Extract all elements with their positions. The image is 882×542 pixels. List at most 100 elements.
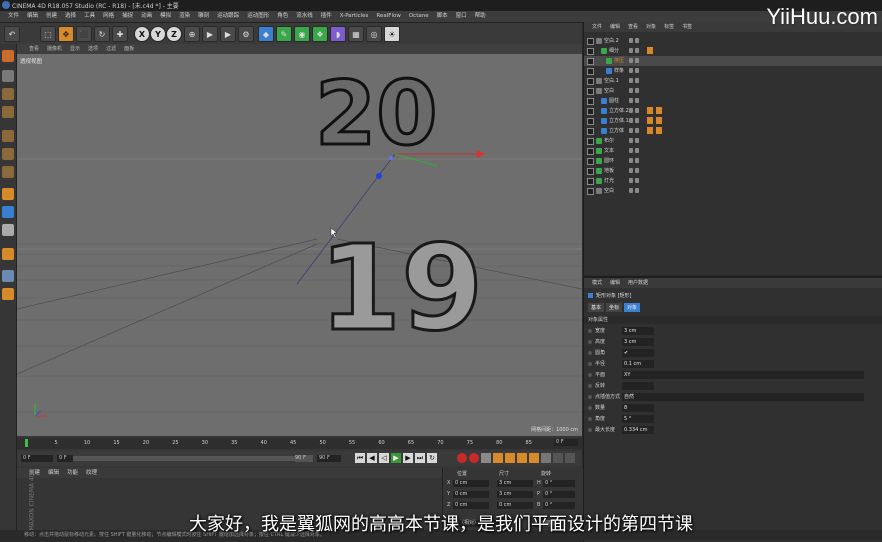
expand-toggle-icon[interactable] xyxy=(587,168,594,175)
animate-dot-icon[interactable] xyxy=(588,417,592,421)
tag-icon[interactable] xyxy=(647,47,653,54)
visibility-flags[interactable] xyxy=(629,128,643,134)
attr-value-field[interactable]: 0.1 cm xyxy=(622,360,654,368)
timeline-window-icon[interactable] xyxy=(565,453,575,463)
prev-key-icon[interactable]: ◀ xyxy=(367,453,377,463)
expand-toggle-icon[interactable] xyxy=(587,188,594,195)
menu-item[interactable]: 帮助 xyxy=(471,12,490,21)
points-mode-icon[interactable] xyxy=(2,130,14,142)
object-menu-item[interactable]: 标签 xyxy=(660,23,678,31)
end-frame-field[interactable]: 90 F xyxy=(295,455,313,462)
pen-spline-icon[interactable]: ✎ xyxy=(276,26,292,42)
visibility-flags[interactable] xyxy=(629,148,643,154)
attr-value-field[interactable]: 8 xyxy=(622,404,654,412)
viewport-menu-item[interactable]: 显示 xyxy=(66,45,84,53)
make-editable-icon[interactable] xyxy=(2,50,14,62)
attr-tab[interactable]: 坐标 xyxy=(606,303,623,312)
object-row[interactable]: 挤压 xyxy=(584,56,882,66)
animate-dot-icon[interactable] xyxy=(588,329,592,333)
start-frame-field[interactable]: 0 F xyxy=(57,455,73,462)
object-row[interactable]: 立方体.2 xyxy=(584,106,882,116)
object-name[interactable]: 细分 xyxy=(609,46,619,56)
goto-start-icon[interactable]: ⏮ xyxy=(355,453,365,463)
attr-tab[interactable]: 基本 xyxy=(588,303,605,312)
object-name[interactable]: 空白.2 xyxy=(604,36,619,46)
menu-item[interactable]: RealFlow xyxy=(372,12,404,21)
perspective-viewport[interactable]: 查看 摄像机 显示 选项 过滤 面板 透视视图 20 19 网格间距：1000 … xyxy=(17,44,582,436)
viewport-menu-item[interactable]: 过滤 xyxy=(102,45,120,53)
cube-icon[interactable]: ◆ xyxy=(258,26,274,42)
render-view-icon[interactable]: ▶ xyxy=(202,26,218,42)
visibility-flags[interactable] xyxy=(629,88,643,94)
menu-item[interactable]: 插件 xyxy=(317,12,336,21)
attr-value-field[interactable]: 3 cm xyxy=(622,338,654,346)
expand-toggle-icon[interactable] xyxy=(587,58,594,65)
viewport-menu-item[interactable]: 选项 xyxy=(84,45,102,53)
expand-toggle-icon[interactable] xyxy=(587,38,594,45)
lock-workplane-icon[interactable] xyxy=(2,248,14,260)
object-row[interactable]: 圆柱 xyxy=(584,96,882,106)
live-select-icon[interactable]: ⬚ xyxy=(40,26,56,42)
expand-toggle-icon[interactable] xyxy=(587,138,594,145)
visibility-flags[interactable] xyxy=(629,38,643,44)
object-name[interactable]: 地板 xyxy=(604,166,614,176)
expand-toggle-icon[interactable] xyxy=(587,158,594,165)
attr-tab[interactable]: 对象 xyxy=(624,303,641,312)
object-name[interactable]: 挤压 xyxy=(614,56,624,66)
attr-value-field[interactable]: 自然 xyxy=(622,393,864,401)
keyframe-selection-icon[interactable] xyxy=(481,453,491,463)
attr-value-field[interactable] xyxy=(622,382,654,390)
object-name[interactable]: 布尔 xyxy=(604,136,614,146)
autokey-icon[interactable] xyxy=(469,453,479,463)
object-tags[interactable] xyxy=(647,117,662,124)
object-name[interactable]: 样条 xyxy=(614,66,624,76)
object-tags[interactable] xyxy=(647,47,653,54)
menu-item[interactable]: 窗口 xyxy=(452,12,471,21)
recent-tool-icon[interactable]: ✚ xyxy=(112,26,128,42)
attribute-menu-item[interactable]: 编辑 xyxy=(606,279,624,287)
record-key-icon[interactable] xyxy=(457,453,467,463)
attr-value-field[interactable]: XY xyxy=(622,371,864,379)
menu-item[interactable]: 创建 xyxy=(42,12,61,21)
visibility-flags[interactable] xyxy=(629,188,643,194)
tag-icon[interactable] xyxy=(656,117,662,124)
loop-icon[interactable]: ↻ xyxy=(427,453,437,463)
object-row[interactable]: 地板 xyxy=(584,166,882,176)
object-row[interactable]: 文本 xyxy=(584,146,882,156)
rotate-icon[interactable]: ↻ xyxy=(94,26,110,42)
attr-value-field[interactable]: 5 ° xyxy=(622,415,654,423)
object-row[interactable]: 空白 xyxy=(584,86,882,96)
menu-item[interactable]: Octane xyxy=(405,12,433,21)
menu-item[interactable]: 渲染 xyxy=(175,12,194,21)
position-field[interactable]: 0 cm xyxy=(453,480,489,487)
object-name[interactable]: 圆环 xyxy=(604,156,614,166)
object-tags[interactable] xyxy=(647,107,662,114)
visibility-flags[interactable] xyxy=(629,48,643,54)
attribute-menu-item[interactable]: 用户数据 xyxy=(624,279,652,287)
material-menu-item[interactable]: 纹理 xyxy=(82,469,101,478)
menu-item[interactable]: 模拟 xyxy=(156,12,175,21)
workplane-icon[interactable] xyxy=(2,106,14,118)
polygons-mode-icon[interactable] xyxy=(2,166,14,178)
tag-icon[interactable] xyxy=(647,127,653,134)
object-row[interactable]: 样条 xyxy=(584,66,882,76)
menu-item[interactable]: 角色 xyxy=(273,12,292,21)
playhead[interactable] xyxy=(25,439,28,447)
object-menu-item[interactable]: 书签 xyxy=(678,23,696,31)
rotation-field[interactable]: 0 ° xyxy=(543,502,575,509)
animate-dot-icon[interactable] xyxy=(588,395,592,399)
object-tags[interactable] xyxy=(647,127,662,134)
expand-toggle-icon[interactable] xyxy=(587,128,594,135)
attr-value-field[interactable]: ✔ xyxy=(622,349,654,357)
play-icon[interactable]: ▶ xyxy=(391,453,401,463)
material-menu-item[interactable]: 编辑 xyxy=(44,469,63,478)
material-menu-item[interactable]: 功能 xyxy=(63,469,82,478)
menu-item[interactable]: 文件 xyxy=(4,12,23,21)
position-key-icon[interactable] xyxy=(493,453,503,463)
object-menu-item[interactable]: 查看 xyxy=(624,23,642,31)
expand-toggle-icon[interactable] xyxy=(587,88,594,95)
size-field[interactable]: 3 cm xyxy=(497,491,533,498)
edges-mode-icon[interactable] xyxy=(2,148,14,160)
camera-icon[interactable]: ◎ xyxy=(366,26,382,42)
param-key-icon[interactable] xyxy=(529,453,539,463)
